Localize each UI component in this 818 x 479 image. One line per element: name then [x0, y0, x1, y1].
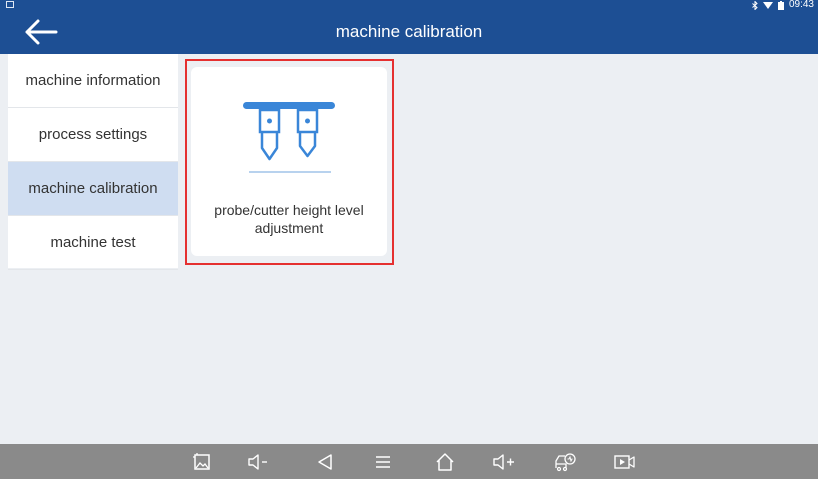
screen-record-icon: [614, 454, 635, 469]
screen-record-button[interactable]: [612, 444, 638, 479]
volume-down-button[interactable]: [246, 444, 272, 479]
volume-up-icon: [493, 453, 514, 470]
bluetooth-icon: [752, 0, 758, 10]
screenshot-icon: [193, 452, 210, 470]
system-navbar: [0, 444, 818, 479]
sidebar-item-machine-calibration[interactable]: machine calibration: [8, 162, 178, 216]
home-nav-button[interactable]: [432, 444, 458, 479]
main-content: probe/cutter height level adjustment: [178, 54, 818, 444]
probe-cutter-height-card[interactable]: probe/cutter height level adjustment: [191, 67, 387, 256]
sidebar-item-label: process settings: [38, 126, 148, 143]
status-indicators: 09:43: [752, 0, 814, 10]
sidebar-item-label: machine information: [25, 72, 161, 89]
sidebar-item-label: machine test: [50, 234, 136, 251]
back-triangle-icon: [318, 453, 332, 470]
back-nav-button[interactable]: [312, 444, 338, 479]
home-icon: [436, 452, 454, 471]
volume-up-button[interactable]: [492, 444, 518, 479]
sidebar-item-machine-test[interactable]: machine test: [8, 216, 178, 270]
battery-icon: [777, 0, 784, 10]
card-label: probe/cutter height level adjustment: [214, 202, 364, 236]
menu-icon: [376, 455, 390, 468]
sidebar-item-machine-information[interactable]: machine information: [8, 54, 178, 108]
status-bar: [0, 0, 818, 10]
vehicle-diagnostics-icon: [555, 452, 576, 471]
screenshot-button[interactable]: [189, 444, 215, 479]
page-title: machine calibration: [335, 22, 483, 41]
probe-cutter-icon: [243, 102, 335, 173]
sidebar: machine information process settings mac…: [8, 54, 178, 270]
vehicle-diagnostics-button[interactable]: [552, 444, 578, 479]
wifi-icon: [762, 2, 773, 9]
status-time: 09:43: [788, 0, 814, 10]
sidebar-item-process-settings[interactable]: process settings: [8, 108, 178, 162]
sidebar-item-label: machine calibration: [28, 180, 158, 197]
menu-nav-button[interactable]: [370, 444, 396, 479]
notification-icon: [6, 1, 14, 8]
volume-down-icon: [248, 453, 267, 470]
